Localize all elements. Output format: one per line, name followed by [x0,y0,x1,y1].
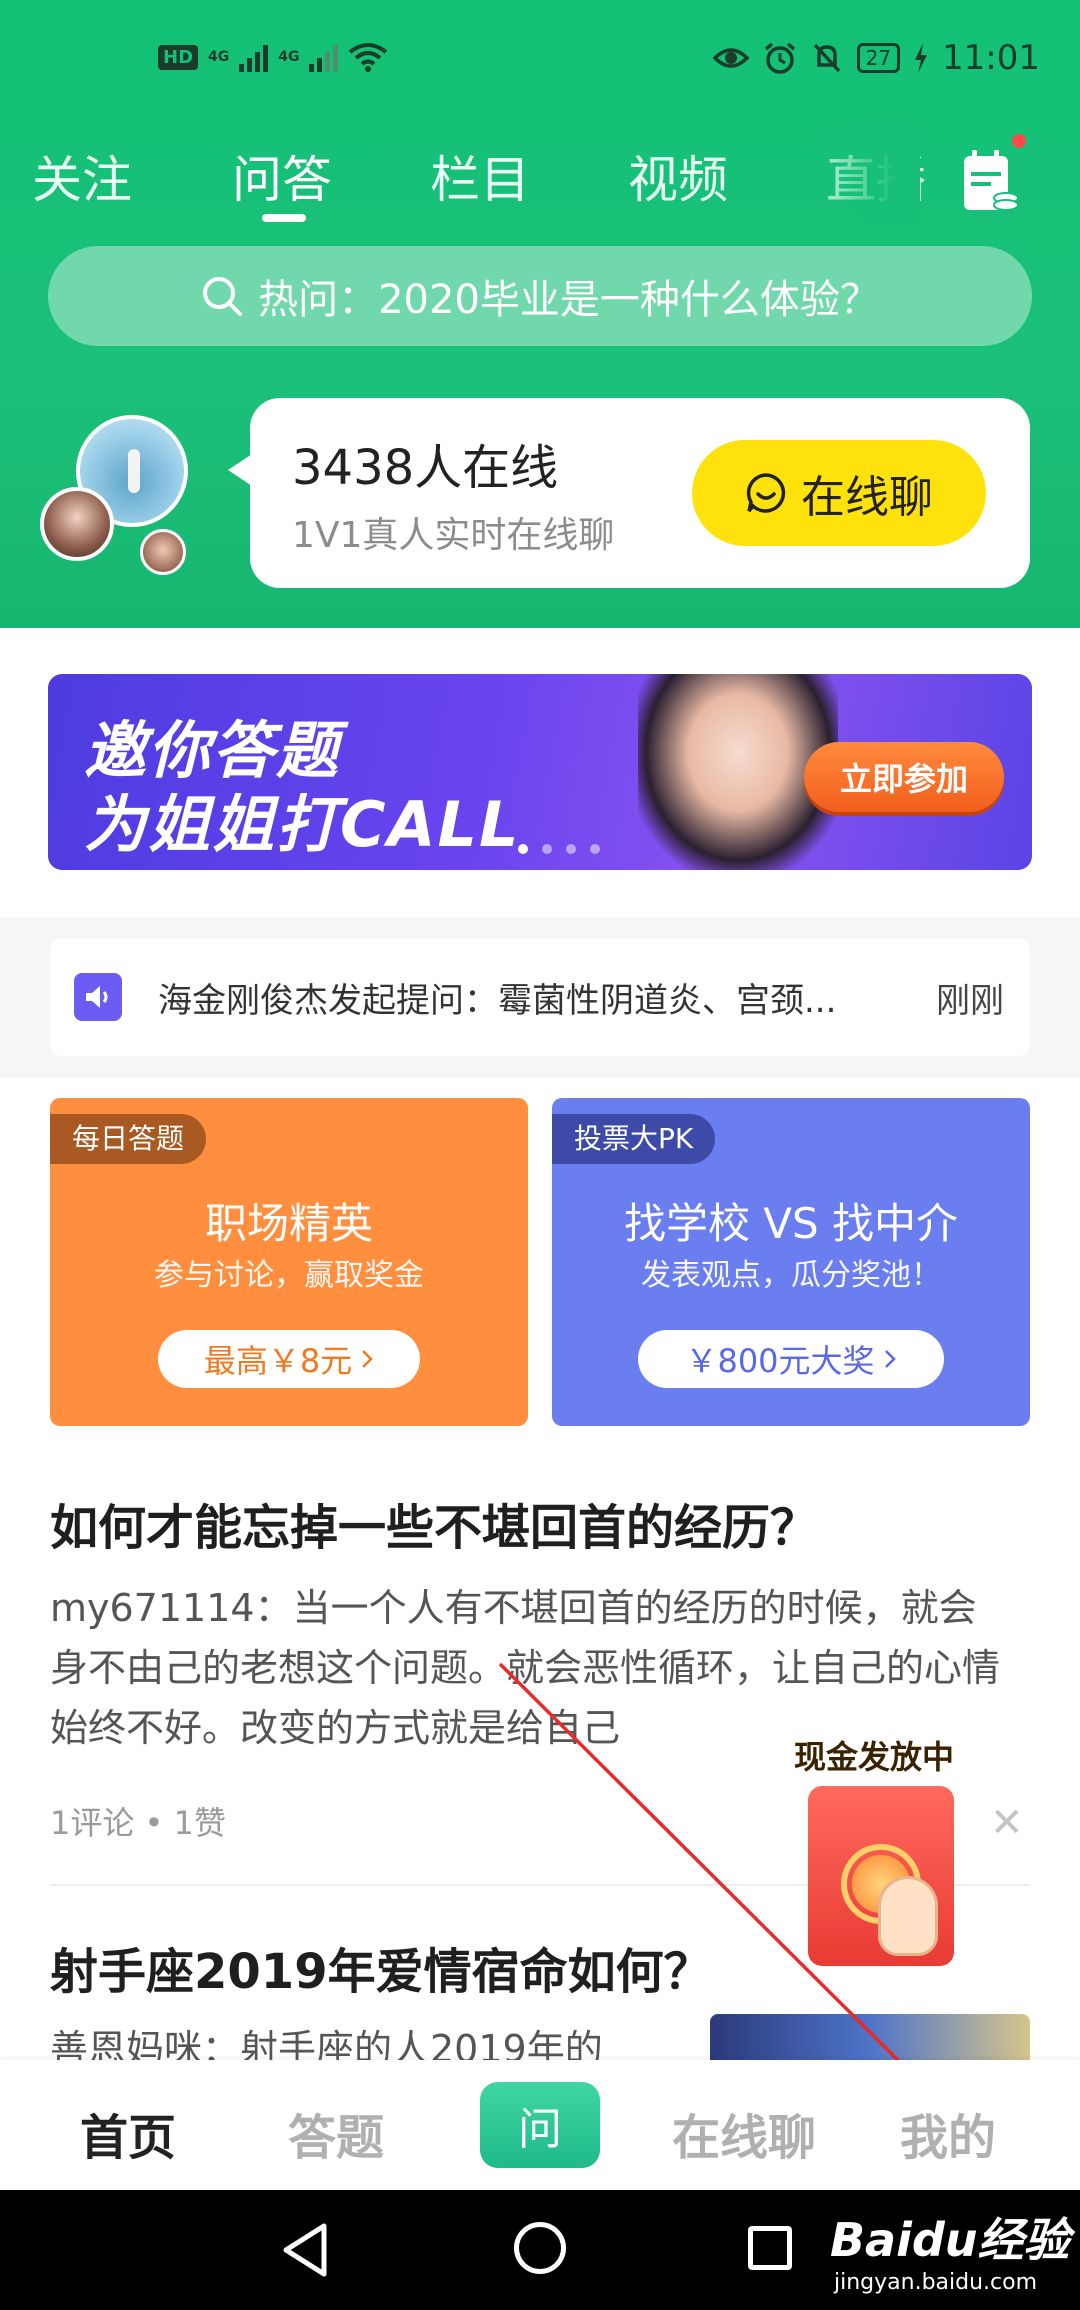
vote-pk-card[interactable]: 投票大PK 找学校 VS 找中介 发表观点，瓜分奖池！ ￥800元大奖 [552,1098,1030,1426]
question-meta: 1评论 • 1赞 [50,1804,226,1842]
card-title: 找学校 VS 找中介 [623,1199,959,1248]
tab-fade-overlay [800,120,920,220]
online-avatars [40,415,200,575]
signal-icon [239,42,269,72]
back-icon[interactable] [280,2222,330,2278]
network-label-2: 4G [278,49,300,65]
speaker-icon [74,973,122,1021]
card-tag: 投票大PK [552,1114,716,1164]
question-title[interactable]: 如何才能忘掉一些不堪回首的经历？ [50,1488,818,1558]
recent-apps-icon[interactable] [748,2226,792,2270]
bottom-navigation: 首页 答题 问 在线聊 我的 [0,2060,1080,2190]
battery-icon: 27 [856,43,901,73]
tab-qa[interactable]: 问答 [232,140,332,212]
header-section: HD 4G 4G 27 11:01 关注 问答 栏目 视频 热问：2020毕业是… [0,0,1080,628]
hd-icon: HD [158,44,199,70]
eye-icon [712,48,749,68]
notice-section: 海金刚俊杰发起提问：霉菌性阴道炎、宫颈... 刚刚 [0,918,1080,1078]
clock: 11:01 [942,38,1040,78]
tab-video[interactable]: 视频 [628,140,728,212]
search-icon [203,277,243,316]
join-now-button[interactable]: 立即参加 [804,742,1004,812]
search-hot-question: 热问：2020毕业是一种什么体验？ [258,277,880,323]
card-title: 职场精英 [204,1199,373,1248]
network-label-1: 4G [208,49,230,65]
status-right: 27 11:01 [712,38,1040,78]
home-icon[interactable] [514,2222,566,2274]
card-reward-button[interactable]: ￥800元大奖 [638,1330,944,1388]
signal-icon [309,42,339,72]
notice-time: 刚刚 [936,980,1004,1021]
card-reward-label: ￥800元大奖 [685,1342,875,1380]
nav-online-chat[interactable]: 在线聊 [672,2098,816,2168]
hand-icon [878,1876,938,1956]
banner-pagination [518,844,600,854]
chevron-right-icon [884,1350,896,1368]
alarm-icon [764,42,795,74]
card-subtitle: 发表观点，瓜分奖池！ [641,1258,941,1293]
online-subtitle: 1V1真人实时在线聊 [292,515,615,556]
online-count: 3438人在线 [292,440,559,496]
nav-home[interactable]: 首页 [80,2098,176,2168]
chevron-right-icon [362,1350,373,1368]
card-tag: 每日答题 [50,1114,207,1164]
tab-columns[interactable]: 栏目 [430,140,530,212]
active-tab-indicator [262,214,306,222]
online-chat-label: 在线聊 [801,472,933,523]
question-title[interactable]: 射手座2019年爱情宿命如何？ [50,1932,712,2002]
close-icon[interactable]: ✕ [990,1800,1024,1846]
avatar [40,487,114,561]
calendar-icon[interactable] [962,148,1018,214]
daily-answer-card[interactable]: 每日答题 职场精英 参与讨论，赢取奖金 最高￥8元 [50,1098,528,1426]
red-envelope-button[interactable] [808,1786,954,1966]
notice-ticker[interactable]: 海金刚俊杰发起提问：霉菌性阴道炎、宫颈... 刚刚 [50,938,1030,1056]
nav-ask-button[interactable]: 问 [480,2082,600,2168]
question-thumbnail[interactable] [710,2014,1030,2060]
notification-dot [1012,134,1026,148]
watermark-url: jingyan.baidu.com [834,2270,1038,2295]
system-navigation-bar: Baidu经验 jingyan.baidu.com [0,2190,1080,2310]
notice-text: 海金刚俊杰发起提问：霉菌性阴道炎、宫颈... [158,980,837,1021]
nav-mine[interactable]: 我的 [900,2098,996,2168]
watermark-logo: Baidu经验 [830,2213,1070,2267]
mute-icon [813,43,840,73]
avatar [140,529,186,575]
promo-banner[interactable]: 邀你答题 为姐姐打CALL 立即参加 [48,674,1032,870]
card-reward-button[interactable]: 最高￥8元 [158,1330,420,1388]
online-chat-button[interactable]: 在线聊 [692,440,986,546]
status-left: HD 4G 4G [158,42,388,72]
chat-smile-icon [746,473,786,513]
tab-follow[interactable]: 关注 [32,140,132,212]
wifi-icon [349,43,388,72]
answer-excerpt[interactable]: my671114：当一个人有不堪回首的经历的时候，就会身不由己的老想这个问题。就… [50,1578,1010,1758]
search-bar[interactable]: 热问：2020毕业是一种什么体验？ [48,246,1032,346]
nav-answer[interactable]: 答题 [288,2098,384,2168]
status-bar: HD 4G 4G 27 11:01 [0,30,1080,94]
online-chat-card: 3438人在线 1V1真人实时在线聊 在线聊 [228,398,1030,588]
card-subtitle: 参与讨论，赢取奖金 [154,1258,424,1293]
card-reward-label: 最高￥8元 [203,1342,353,1380]
cash-promo-label: 现金发放中 [794,1738,955,1776]
charging-icon [915,43,928,73]
banner-title-line2: 为姐姐打CALL [84,788,521,861]
